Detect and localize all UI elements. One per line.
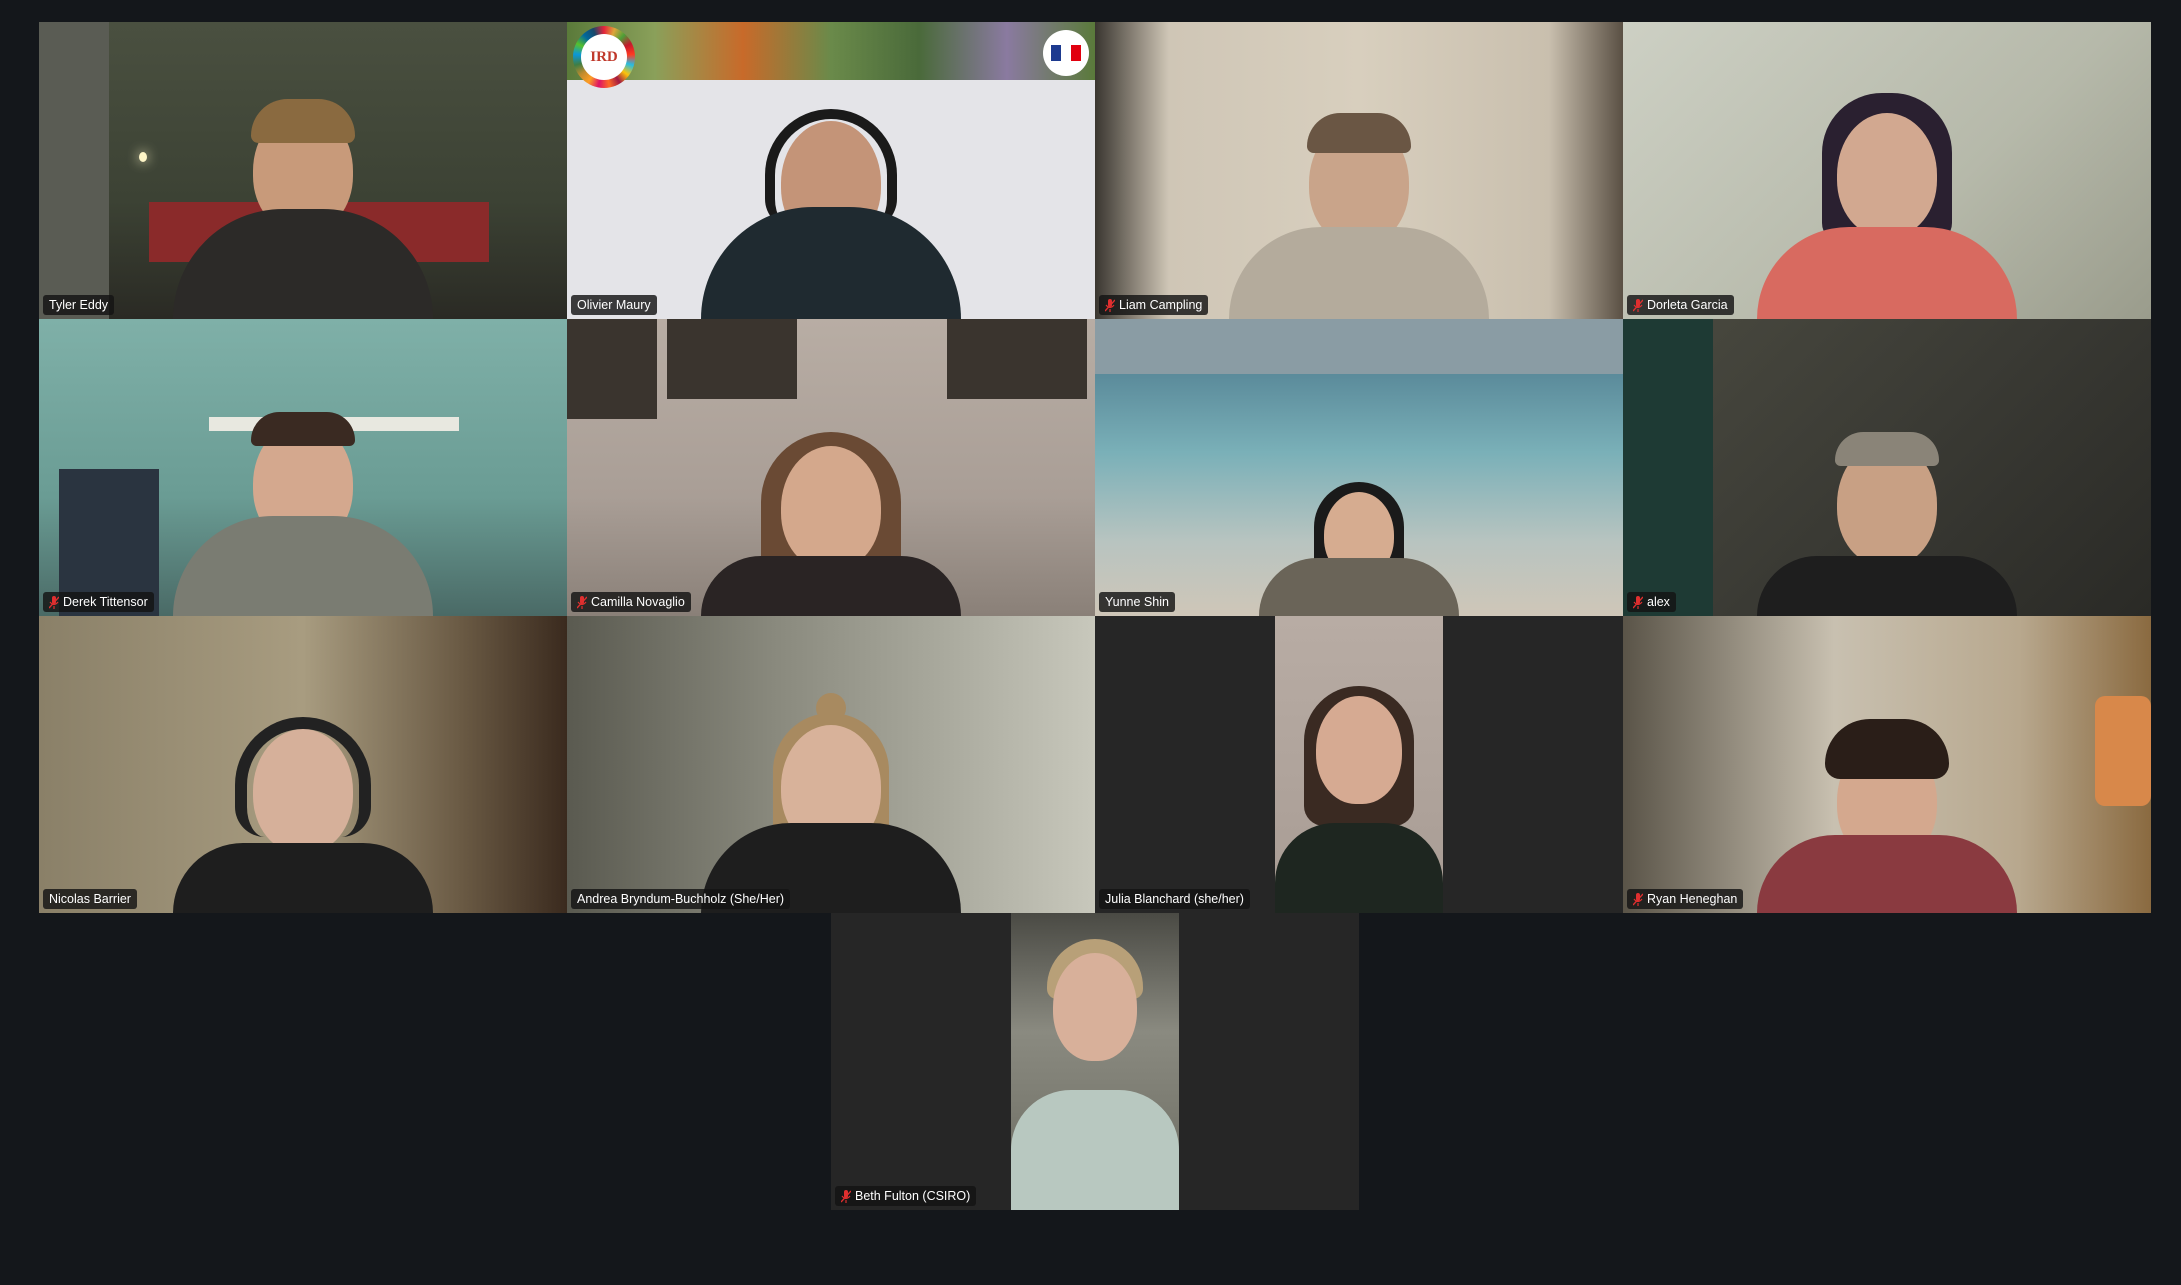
participant-name: Olivier Maury (577, 298, 651, 312)
participant-name-tag: Nicolas Barrier (43, 889, 137, 909)
participant-name: Yunne Shin (1105, 595, 1169, 609)
video-feed (1623, 616, 2151, 913)
video-feed (39, 319, 567, 616)
video-feed (39, 616, 567, 913)
participant-name-tag: alex (1627, 592, 1676, 612)
participant-tile-olivier-maury[interactable]: IRD Olivier Maury (567, 22, 1095, 319)
participant-tile-nicolas-barrier[interactable]: Nicolas Barrier (39, 616, 567, 913)
participant-tile-beth-fulton[interactable]: Beth Fulton (CSIRO) (831, 913, 1359, 1210)
participant-name-tag: Andrea Bryndum-Buchholz (She/Her) (571, 889, 791, 909)
participant-silhouette (1757, 663, 2017, 913)
mic-muted-icon (1105, 298, 1115, 312)
video-feed (1275, 616, 1443, 913)
participant-name: Andrea Bryndum-Buchholz (She/Her) (577, 892, 785, 906)
participant-tile-andrea-bryndum-buchholz[interactable]: Andrea Bryndum-Buchholz (She/Her) (567, 616, 1095, 913)
participant-name: Dorleta Garcia (1647, 298, 1728, 312)
participant-name-tag: Camilla Novaglio (571, 592, 691, 612)
video-feed (39, 22, 567, 319)
mic-muted-icon (1633, 595, 1643, 609)
participant-silhouette (701, 69, 961, 319)
video-feed: IRD (567, 22, 1095, 319)
video-feed (1095, 319, 1623, 616)
participant-tile-tyler-eddy[interactable]: Tyler Eddy (39, 22, 567, 319)
video-feed (1095, 22, 1623, 319)
mic-muted-icon (1633, 298, 1643, 312)
participant-tile-ryan-heneghan[interactable]: Ryan Heneghan (1623, 616, 2151, 913)
mic-muted-icon (841, 1189, 851, 1203)
participant-silhouette (1757, 69, 2017, 319)
participant-name-tag: Tyler Eddy (43, 295, 115, 315)
participant-silhouette (701, 366, 961, 616)
participant-tile-alex[interactable]: alex (1623, 319, 2151, 616)
video-grid: Tyler Eddy IRD Olivier Maury Liam Campli… (39, 22, 2151, 913)
participant-name-tag: Yunne Shin (1099, 592, 1175, 612)
participant-name: Liam Campling (1119, 298, 1203, 312)
participant-silhouette (701, 663, 961, 913)
participant-silhouette (173, 663, 433, 913)
participant-name-tag: Dorleta Garcia (1627, 295, 1734, 315)
participant-silhouette (173, 69, 433, 319)
participant-name: Ryan Heneghan (1647, 892, 1738, 906)
participant-tile-derek-tittensor[interactable]: Derek Tittensor (39, 319, 567, 616)
participant-tile-camilla-novaglio[interactable]: Camilla Novaglio (567, 319, 1095, 616)
participant-name: Camilla Novaglio (591, 595, 685, 609)
participant-name-tag: Derek Tittensor (43, 592, 154, 612)
participant-silhouette (173, 366, 433, 616)
participant-silhouette (1229, 69, 1489, 319)
participant-tile-liam-campling[interactable]: Liam Campling (1095, 22, 1623, 319)
mic-muted-icon (577, 595, 587, 609)
participant-name: Julia Blanchard (she/her) (1105, 892, 1244, 906)
mic-muted-icon (49, 595, 59, 609)
mic-muted-icon (1633, 892, 1643, 906)
video-feed (1011, 913, 1179, 1210)
participant-name: Derek Tittensor (63, 595, 148, 609)
participant-name-tag: Liam Campling (1099, 295, 1209, 315)
participant-name: Tyler Eddy (49, 298, 109, 312)
video-feed (1623, 319, 2151, 616)
participant-tile-yunne-shin[interactable]: Yunne Shin (1095, 319, 1623, 616)
participant-name-tag: Beth Fulton (CSIRO) (835, 1186, 977, 1206)
participant-name: alex (1647, 595, 1670, 609)
participant-tile-julia-blanchard[interactable]: Julia Blanchard (she/her) (1095, 616, 1623, 913)
participant-name-tag: Julia Blanchard (she/her) (1099, 889, 1250, 909)
participant-name-tag: Olivier Maury (571, 295, 657, 315)
participant-tile-dorleta-garcia[interactable]: Dorleta Garcia (1623, 22, 2151, 319)
participant-silhouette (1757, 366, 2017, 616)
video-feed (1623, 22, 2151, 319)
video-feed (567, 319, 1095, 616)
participant-silhouette (1229, 366, 1489, 616)
participant-name: Beth Fulton (CSIRO) (855, 1189, 971, 1203)
participant-name-tag: Ryan Heneghan (1627, 889, 1744, 909)
video-feed (567, 616, 1095, 913)
ird-logo: IRD (573, 26, 635, 88)
french-republic-logo (1043, 30, 1089, 76)
participant-name: Nicolas Barrier (49, 892, 131, 906)
